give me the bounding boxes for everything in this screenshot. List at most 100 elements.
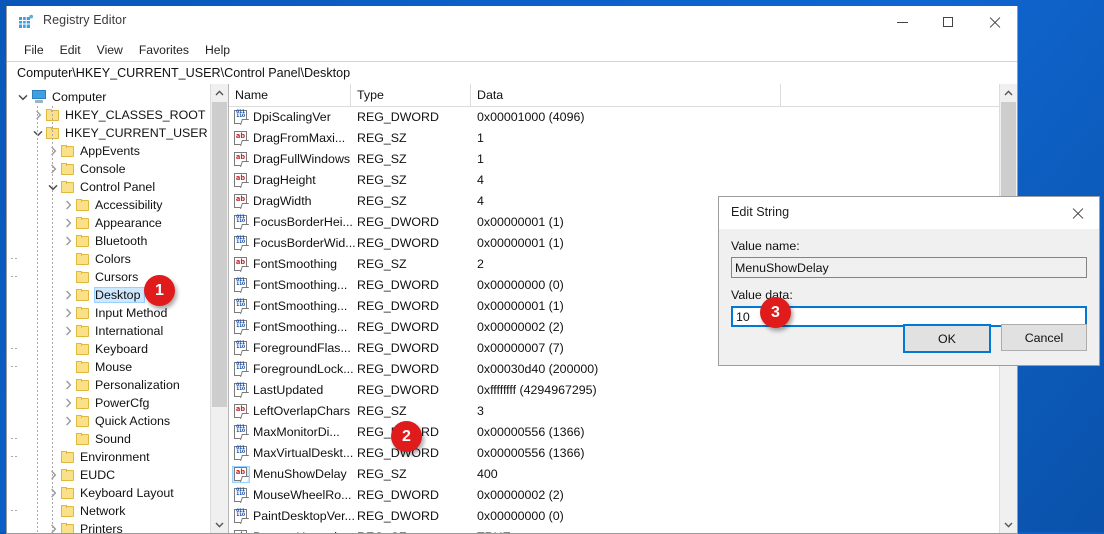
value-name-cell: MaxVirtualDeskt... xyxy=(253,446,354,460)
tree-item-label: HKEY_CURRENT_USER xyxy=(65,126,208,140)
chevron-right-icon[interactable] xyxy=(60,323,76,339)
value-name-input[interactable] xyxy=(731,257,1087,278)
tree-item-label: Sound xyxy=(95,432,131,446)
table-row[interactable]: ab MenuShowDelay REG_SZ 400 xyxy=(229,464,1000,485)
dialog-close-button[interactable] xyxy=(1055,197,1099,229)
folder-icon xyxy=(76,433,90,445)
value-type-cell: REG_SZ xyxy=(357,467,407,481)
chevron-right-icon[interactable] xyxy=(45,521,61,533)
menu-edit[interactable]: Edit xyxy=(52,41,89,59)
table-row[interactable]: 011 110 MaxVirtualDeskt... REG_DWORD 0x00000… xyxy=(229,443,1000,464)
chevron-right-icon[interactable] xyxy=(60,377,76,393)
value-name-cell: MaxMonitorDi... xyxy=(253,425,340,439)
value-data-cell: 0x00000000 (0) xyxy=(477,509,564,523)
menu-view[interactable]: View xyxy=(89,41,131,59)
table-row[interactable]: 011 110 LastUpdated REG_DWORD 0xffffffff (42… xyxy=(229,380,1000,401)
column-header-type[interactable]: Type xyxy=(351,84,471,106)
list-scroll-up-icon[interactable] xyxy=(1000,84,1017,101)
close-button[interactable] xyxy=(971,6,1017,38)
tree-item-label: International xyxy=(95,324,164,338)
table-row[interactable]: 011 110 DpiScalingVer REG_DWORD 0x00001000 (… xyxy=(229,107,1000,128)
address-bar[interactable]: Computer\HKEY_CURRENT_USER\Control Panel… xyxy=(7,61,1017,85)
table-row[interactable]: 011 110 MouseWheelRo... REG_DWORD 0x00000002… xyxy=(229,485,1000,506)
table-row[interactable]: ab DragFullWindows REG_SZ 1 xyxy=(229,149,1000,170)
value-type-cell: REG_DWORD xyxy=(357,341,439,355)
menu-file[interactable]: File xyxy=(16,41,52,59)
tree-scroll-thumb[interactable] xyxy=(212,102,227,407)
list-scroll-down-icon[interactable] xyxy=(1000,516,1017,533)
menu-favorites[interactable]: Favorites xyxy=(131,41,197,59)
table-row[interactable]: ab LeftOverlapChars REG_SZ 3 xyxy=(229,401,1000,422)
table-row[interactable]: ab DragFromMaxi... REG_SZ 1 xyxy=(229,128,1000,149)
chevron-right-icon[interactable] xyxy=(60,413,76,429)
value-name-cell: LastUpdated xyxy=(253,383,324,397)
value-data-cell: 0x00000000 (0) xyxy=(477,278,564,292)
table-row[interactable]: abPattern UpgradeREG_SZTRUE xyxy=(229,527,1000,533)
value-type-cell: REG_DWORD xyxy=(357,278,439,292)
value-type-icon: 011 110 xyxy=(233,446,249,461)
value-type-cell: REG_DWORD xyxy=(357,215,439,229)
folder-icon xyxy=(61,145,75,157)
chevron-down-icon[interactable] xyxy=(15,89,31,105)
value-data-cell: 0x00000002 (2) xyxy=(477,320,564,334)
menu-help[interactable]: Help xyxy=(197,41,238,59)
value-type-icon: ab xyxy=(233,194,249,209)
chevron-right-icon[interactable] xyxy=(60,395,76,411)
dword-icon: 011 110 xyxy=(233,425,249,440)
column-header-name[interactable]: Name xyxy=(229,84,351,106)
chevron-right-icon[interactable] xyxy=(60,305,76,321)
folder-icon xyxy=(46,127,60,139)
string-icon: ab xyxy=(233,152,249,167)
minimize-button[interactable] xyxy=(879,6,925,38)
chevron-right-icon[interactable] xyxy=(45,467,61,483)
dword-icon: 011 110 xyxy=(233,446,249,461)
value-data-cell: 3 xyxy=(477,404,484,418)
tree-item-computer[interactable]: Computer xyxy=(7,88,212,106)
chevron-right-icon[interactable] xyxy=(60,215,76,231)
folder-icon xyxy=(61,451,75,463)
chevron-down-icon[interactable] xyxy=(45,179,61,195)
tree-item-label: Keyboard xyxy=(95,342,149,356)
tree-connector xyxy=(11,431,76,447)
tree-connector xyxy=(11,251,76,267)
folder-icon xyxy=(61,505,75,517)
tree-connector xyxy=(11,449,61,465)
chevron-right-icon[interactable] xyxy=(45,161,61,177)
chevron-right-icon[interactable] xyxy=(45,485,61,501)
tree-scroll-up-icon[interactable] xyxy=(211,84,228,101)
window-title: Registry Editor xyxy=(43,13,127,27)
chevron-right-icon[interactable] xyxy=(60,287,76,303)
table-row[interactable]: 011 110 PaintDesktopVer... REG_DWORD 0x00000… xyxy=(229,506,1000,527)
table-row[interactable]: ab DragHeight REG_SZ 4 xyxy=(229,170,1000,191)
maximize-button[interactable] xyxy=(925,6,971,38)
tree-item-label: Colors xyxy=(95,252,131,266)
chevron-right-icon[interactable] xyxy=(60,197,76,213)
window-controls xyxy=(879,6,1017,38)
chevron-right-icon[interactable] xyxy=(30,107,46,123)
value-data-cell: 0x00000556 (1366) xyxy=(477,446,585,460)
folder-icon xyxy=(76,415,90,427)
value-name-cell: MenuShowDelay xyxy=(253,467,347,481)
value-data-cell: 0x00000002 (2) xyxy=(477,488,564,502)
value-type-icon: 011 110 xyxy=(233,488,249,503)
tree-scrollbar[interactable] xyxy=(210,84,228,533)
string-icon: ab xyxy=(233,257,249,272)
chevron-right-icon[interactable] xyxy=(45,143,61,159)
value-data-cell: 0x00001000 (4096) xyxy=(477,110,585,124)
table-row[interactable]: 011110MaxMonitorDi...REG_DWORD0x00000556… xyxy=(229,422,1000,443)
chevron-right-icon[interactable] xyxy=(60,233,76,249)
list-scroll-thumb[interactable] xyxy=(1001,102,1016,210)
value-type-icon: 011 110 xyxy=(233,509,249,524)
value-data-cell: 0x00000007 (7) xyxy=(477,341,564,355)
folder-icon xyxy=(76,343,90,355)
ok-button[interactable]: OK xyxy=(903,324,991,353)
value-type-icon: 011 110 xyxy=(233,383,249,398)
tree-scroll-down-icon[interactable] xyxy=(211,516,228,533)
column-header-data[interactable]: Data xyxy=(471,84,781,106)
tree-item-label: Control Panel xyxy=(80,180,156,194)
chevron-down-icon[interactable] xyxy=(30,125,46,141)
dword-icon: 011 110 xyxy=(233,110,249,125)
cancel-button[interactable]: Cancel xyxy=(1001,324,1087,351)
folder-icon xyxy=(76,379,90,391)
tree-connector xyxy=(11,359,76,375)
